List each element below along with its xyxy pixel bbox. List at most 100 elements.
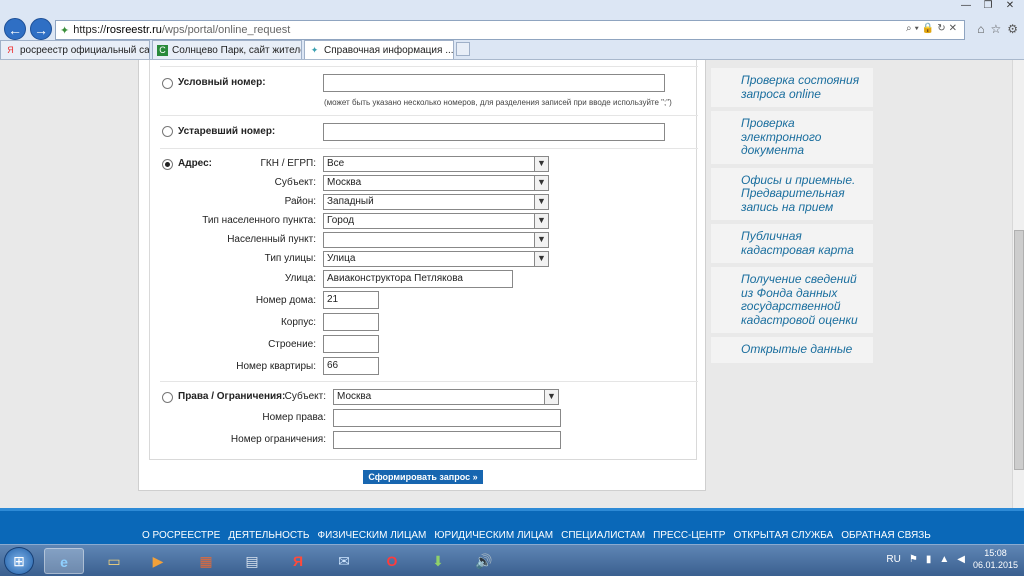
chevron-down-icon: ▼ [534,176,548,190]
divider [160,115,698,116]
right-number-input[interactable] [333,409,561,427]
url-path: /wps/portal/online_request [161,24,291,36]
chevron-down-icon: ▼ [544,390,558,404]
new-tab-button[interactable] [456,42,470,56]
subject-select[interactable]: Москва ▼ [323,175,549,191]
subject-label: Субъект: [274,177,316,188]
street-input[interactable]: Авиаконструктора Петлякова [323,270,513,288]
old-number-radio[interactable] [162,126,173,137]
language-indicator[interactable]: RU [886,554,900,565]
window-controls: — ❐ ✕ [956,0,1020,12]
restriction-number-input[interactable] [333,431,561,449]
page-scrollbar[interactable] [1012,60,1024,508]
submit-request-button[interactable]: Сформировать запрос » [363,470,483,484]
street-label: Улица: [284,273,316,284]
network-icon[interactable]: ▲ [939,554,949,565]
gkn-egrp-label: ГКН / ЕГРП: [260,158,316,169]
clock[interactable]: 15:08 06.01.2015 [973,547,1018,571]
sidebar-item-check-electronic-document[interactable]: Проверка электронного документа [711,111,873,164]
gkn-egrp-select[interactable]: Все ▼ [323,156,549,172]
home-icon[interactable]: ⌂ [977,22,984,36]
restore-icon[interactable]: ❐ [978,0,998,12]
calculator-icon[interactable]: ▤ [232,548,272,574]
rights-subject-select[interactable]: Москва ▼ [333,389,559,405]
apartment-number-input[interactable]: 66 [323,357,379,375]
right-number-label: Номер права: [262,412,326,423]
conditional-number-radio[interactable] [162,78,173,89]
building-input[interactable] [323,313,379,331]
footer-link-individuals[interactable]: ФИЗИЧЕСКИМ ЛИЦАМ [318,530,427,541]
footer-link-feedback[interactable]: ОБРАТНАЯ СВЯЗЬ [841,530,931,541]
url-scheme: https:// [73,24,107,36]
forward-button[interactable]: → [30,18,52,40]
back-button[interactable]: ← [4,18,26,40]
scrollbar-thumb[interactable] [1014,230,1024,470]
sidebar-item-cadastral-map[interactable]: Публичная кадастровая карта [711,224,873,263]
structure-input[interactable] [323,335,379,353]
request-form: Условный номер: (может быть указано неск… [149,60,698,460]
mail-icon[interactable]: ✉ [324,548,364,574]
address-bar-icons[interactable]: ⌕▾🔒↻✕ [906,23,960,34]
minimize-icon[interactable]: — [956,0,976,12]
page-viewport: Условный номер: (может быть указано неск… [0,60,1012,508]
settlement-label: Населенный пункт: [227,234,316,245]
browser-chrome: — ❐ ✕ ← → ✦ https:// rosreestr.ru /wps/p… [0,0,1024,60]
footer-link-about[interactable]: О РОСРЕЕСТРЕ [142,530,220,541]
footer-link-activity[interactable]: ДЕЯТЕЛЬНОСТЬ [228,530,309,541]
old-number-input[interactable] [323,123,665,141]
settlement-type-select[interactable]: Город ▼ [323,213,549,229]
site-favicon-icon: ✦ [60,24,70,37]
tab-yandex[interactable]: Я росреестр официальный сай... [0,40,150,59]
house-number-input[interactable]: 21 [323,291,379,309]
rights-subject-label: Субъект: [284,391,326,402]
sidebar-item-open-data[interactable]: Открытые данные [711,337,873,363]
c-site-icon: C [157,44,168,56]
footer-link-legal-entities[interactable]: ЮРИДИЧЕСКИМ ЛИЦАМ [434,530,553,541]
select-value: Москва [327,177,362,188]
battery-icon[interactable]: ▮ [926,554,932,565]
settings-gear-icon[interactable]: ⚙ [1007,22,1018,36]
package-icon[interactable]: ▦ [186,548,226,574]
rights-radio[interactable] [162,392,173,403]
clock-time: 15:08 [984,548,1007,558]
close-icon[interactable]: ✕ [1000,0,1020,12]
media-player-icon[interactable]: ▶ [138,548,178,574]
opera-icon[interactable]: O [372,548,412,574]
footer-link-press-center[interactable]: ПРЕСС-ЦЕНТР [653,530,725,541]
building-label: Корпус: [280,317,316,328]
chevron-down-icon: ▼ [534,233,548,247]
footer-link-open-service[interactable]: ОТКРЫТАЯ СЛУЖБА [733,530,833,541]
address-label: Адрес: [178,158,212,169]
internet-explorer-icon[interactable]: e [44,548,84,574]
favorites-star-icon[interactable]: ☆ [990,22,1001,36]
district-select[interactable]: Западный ▼ [323,194,549,210]
conditional-number-input[interactable] [323,74,665,92]
sidebar-item-check-request-status[interactable]: Проверка состояния запроса online [711,68,873,107]
rosreestr-icon: ✦ [310,44,319,55]
tab-rosreestr[interactable]: ✦ Справочная информация ... ✕ [304,40,454,59]
speaker-icon[interactable]: 🔊 [464,548,504,574]
chevron-down-icon: ▼ [534,195,548,209]
settlement-select[interactable]: ▼ [323,232,549,248]
tab-label: Солнцево Парк, сайт жителе... [172,44,302,56]
divider [160,148,698,149]
sidebar-item-offices[interactable]: Офисы и приемные. Предварительная запись… [711,167,873,220]
tab-solntsevo[interactable]: C Солнцево Парк, сайт жителе... [152,40,302,59]
tab-strip: Я росреестр официальный сай... C Солнцев… [0,40,470,59]
windows-start-icon[interactable]: ⊞ [4,547,34,575]
site-footer: О РОСРЕЕСТРЕ ДЕЯТЕЛЬНОСТЬ ФИЗИЧЕСКИМ ЛИЦ… [0,508,1024,544]
url-domain: rosreestr.ru [106,24,162,36]
yandex-browser-icon[interactable]: Я [278,548,318,574]
apartment-number-label: Номер квартиры: [236,361,316,372]
sidebar-item-cadastral-valuation[interactable]: Получение сведений из Фонда данных госуд… [711,267,873,333]
download-icon[interactable]: ⬇ [418,548,458,574]
conditional-number-label: Условный номер: [178,77,266,88]
flag-icon[interactable]: ⚑ [909,554,918,565]
file-explorer-icon[interactable]: ▭ [94,548,134,574]
address-radio[interactable] [162,159,173,170]
footer-link-specialists[interactable]: СПЕЦИАЛИСТАМ [561,530,645,541]
volume-icon[interactable]: ◀ [957,554,965,565]
address-bar[interactable]: ✦ https:// rosreestr.ru /wps/portal/onli… [55,20,965,40]
street-type-select[interactable]: Улица ▼ [323,251,549,267]
chevron-down-icon: ▼ [534,157,548,171]
